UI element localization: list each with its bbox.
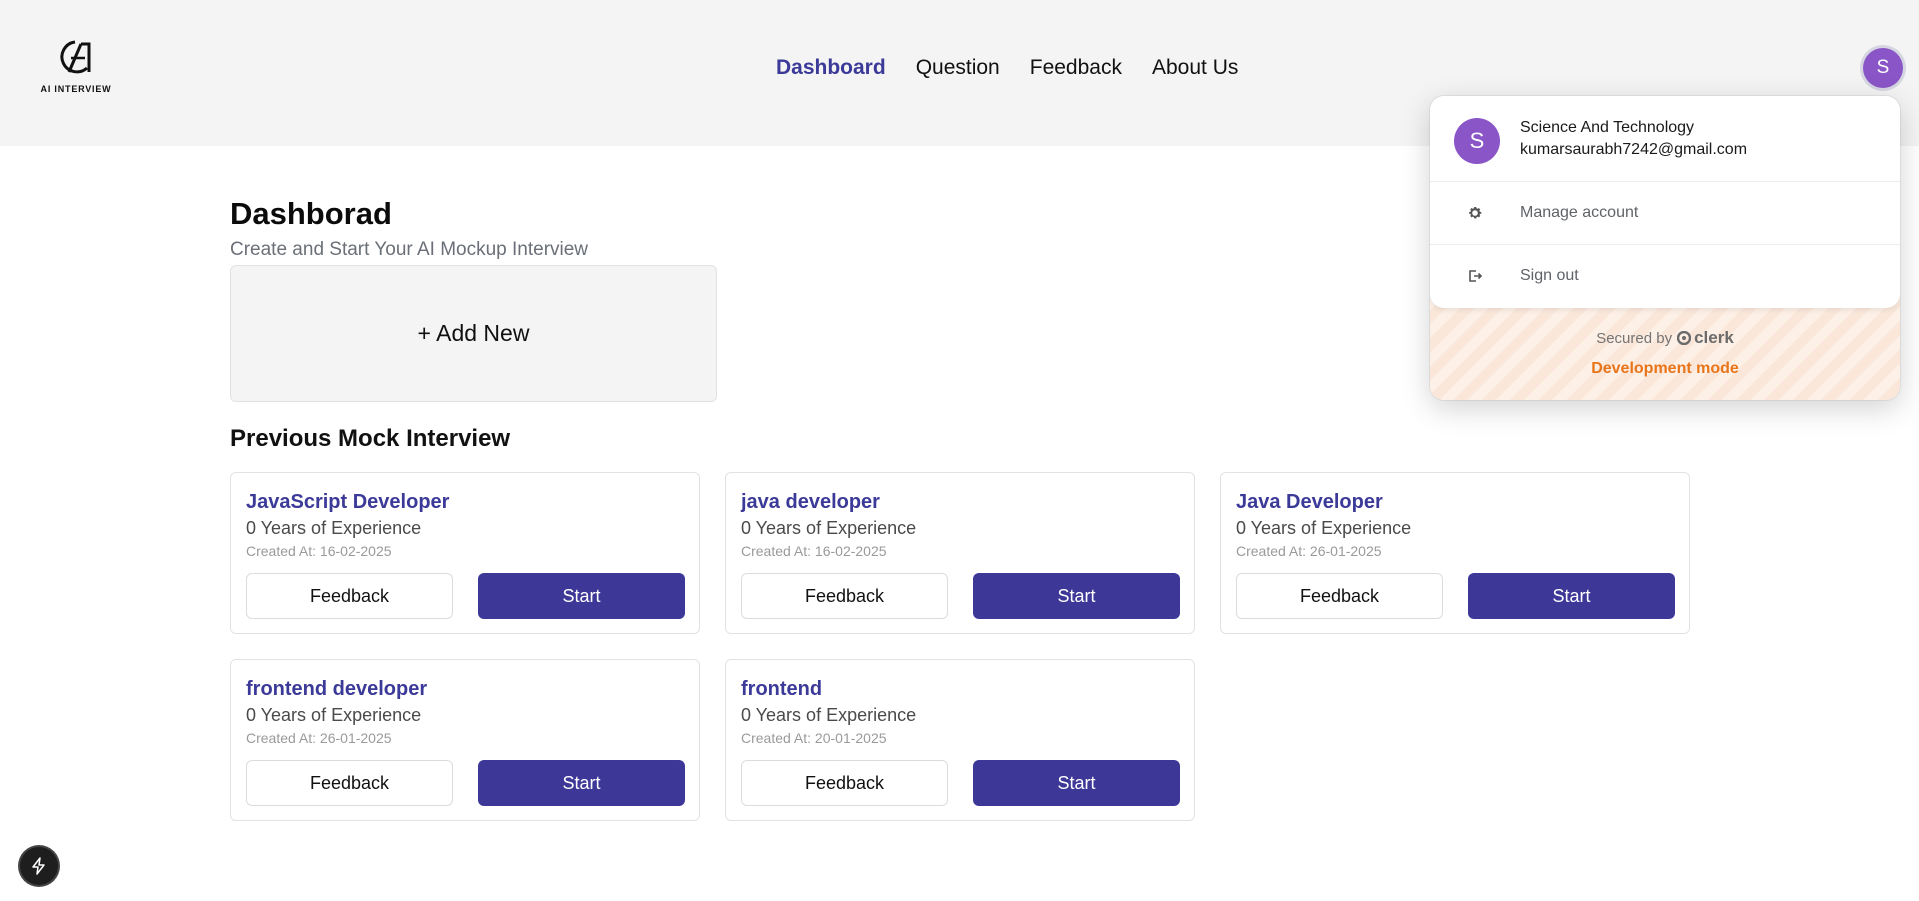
interview-role: Java Developer (1236, 491, 1383, 513)
development-mode-label: Development mode (1591, 360, 1739, 377)
main-nav: Dashboard Question Feedback About Us (776, 56, 1238, 80)
nav-about-us[interactable]: About Us (1152, 56, 1238, 80)
page-subtitle: Create and Start Your AI Mockup Intervie… (230, 239, 589, 260)
secured-by-label: Secured by (1596, 329, 1673, 347)
user-menu-popover: S Science And Technology kumarsaurabh724… (1430, 96, 1900, 400)
interview-role: frontend developer (246, 678, 428, 700)
start-button[interactable]: Start (1468, 573, 1675, 619)
interview-card: java developer 0 Years of Experience Cre… (725, 472, 1195, 634)
sign-out-icon (1466, 267, 1484, 285)
interview-role: JavaScript Developer (246, 491, 450, 513)
interview-created-date: Created At: 26-01-2025 (1236, 543, 1382, 559)
ai-interview-logo-icon (60, 40, 91, 74)
interview-card: Java Developer 0 Years of Experience Cre… (1220, 472, 1690, 634)
interview-created-date: Created At: 16-02-2025 (741, 543, 887, 559)
interview-experience: 0 Years of Experience (246, 518, 422, 538)
interview-card: JavaScript Developer 0 Years of Experien… (230, 472, 700, 634)
add-new-interview-button[interactable]: + Add New (230, 265, 717, 402)
interview-experience: 0 Years of Experience (741, 518, 917, 538)
interview-created-date: Created At: 16-02-2025 (246, 543, 392, 559)
interview-role: frontend (741, 678, 823, 700)
secured-by-row: Secured by clerk (1430, 328, 1900, 348)
popover-avatar: S (1454, 118, 1500, 164)
dev-tools-button[interactable] (20, 847, 58, 885)
sign-out-item[interactable]: Sign out (1430, 245, 1900, 307)
nav-dashboard[interactable]: Dashboard (776, 56, 886, 80)
interview-experience: 0 Years of Experience (246, 705, 422, 725)
interview-experience: 0 Years of Experience (741, 705, 917, 725)
user-name: Science And Technology (1520, 119, 1695, 136)
nav-feedback[interactable]: Feedback (1030, 56, 1122, 80)
interview-role: java developer (741, 491, 880, 513)
section-title: Previous Mock Interview (230, 425, 511, 452)
interview-card: frontend developer 0 Years of Experience… (230, 659, 700, 821)
interview-created-date: Created At: 20-01-2025 (741, 730, 887, 746)
feedback-button[interactable]: Feedback (246, 573, 453, 619)
popover-main: S Science And Technology kumarsaurabh724… (1430, 96, 1900, 308)
brand-logo-text: AI INTERVIEW (40, 84, 112, 94)
manage-account-label: Manage account (1520, 204, 1639, 221)
start-button[interactable]: Start (478, 573, 685, 619)
interview-experience: 0 Years of Experience (1236, 518, 1412, 538)
brand-logo[interactable]: AI INTERVIEW (38, 38, 114, 98)
clerk-icon (1677, 331, 1692, 345)
feedback-button[interactable]: Feedback (246, 760, 453, 806)
feedback-button[interactable]: Feedback (741, 573, 948, 619)
nav-question[interactable]: Question (916, 56, 1000, 80)
clerk-logo[interactable]: clerk (1677, 328, 1734, 348)
start-button[interactable]: Start (973, 760, 1180, 806)
start-button[interactable]: Start (478, 760, 685, 806)
user-email: kumarsaurabh7242@gmail.com (1520, 141, 1748, 158)
lightning-icon (32, 857, 45, 875)
gear-icon (1466, 204, 1484, 222)
feedback-button[interactable]: Feedback (1236, 573, 1443, 619)
clerk-logo-text: clerk (1694, 328, 1734, 347)
user-avatar-button[interactable]: S (1863, 48, 1903, 88)
feedback-button[interactable]: Feedback (741, 760, 948, 806)
start-button[interactable]: Start (973, 573, 1180, 619)
popover-footer (1430, 296, 1900, 400)
interview-card: frontend 0 Years of Experience Created A… (725, 659, 1195, 821)
sign-out-label: Sign out (1520, 267, 1579, 284)
interview-created-date: Created At: 26-01-2025 (246, 730, 392, 746)
add-new-label: + Add New (417, 320, 530, 346)
page-title: Dashborad (230, 196, 392, 231)
manage-account-item[interactable]: Manage account (1430, 182, 1900, 244)
